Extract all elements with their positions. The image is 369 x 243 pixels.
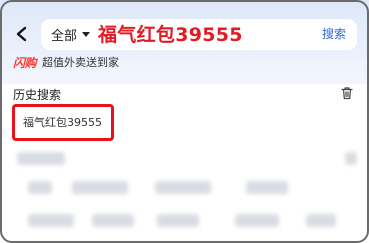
blurred-tag xyxy=(72,181,128,194)
blurred-section-title xyxy=(17,152,65,165)
blurred-refresh-icon xyxy=(345,152,357,165)
flash-banner[interactable]: 闪购 超值外卖送到家 xyxy=(13,54,119,70)
history-title: 历史搜索 xyxy=(13,88,62,102)
blurred-tag xyxy=(246,181,288,194)
flash-logo: 闪购 xyxy=(13,55,37,70)
caret-down-icon xyxy=(82,31,91,37)
blurred-tag xyxy=(28,181,52,194)
search-input[interactable]: 福气红包39555 xyxy=(98,21,243,49)
scope-dropdown[interactable]: 全部 xyxy=(51,19,91,50)
blurred-tag xyxy=(92,214,134,227)
history-item[interactable]: 福气红包39555 xyxy=(23,114,102,130)
back-button[interactable] xyxy=(9,21,35,47)
blurred-tag xyxy=(28,214,74,227)
clear-history-button[interactable] xyxy=(340,85,354,100)
flash-banner-text: 超值外卖送到家 xyxy=(42,56,120,69)
blurred-tag xyxy=(155,181,211,194)
scope-label: 全部 xyxy=(51,29,78,44)
search-button[interactable]: 搜索 xyxy=(322,19,346,50)
blurred-tag xyxy=(235,214,279,227)
trash-icon xyxy=(341,87,353,100)
search-box[interactable]: 全部 福气红包39555 搜索 xyxy=(41,19,357,50)
blurred-tag xyxy=(306,214,336,227)
blurred-tag xyxy=(157,214,199,227)
back-arrow-icon xyxy=(16,26,27,42)
